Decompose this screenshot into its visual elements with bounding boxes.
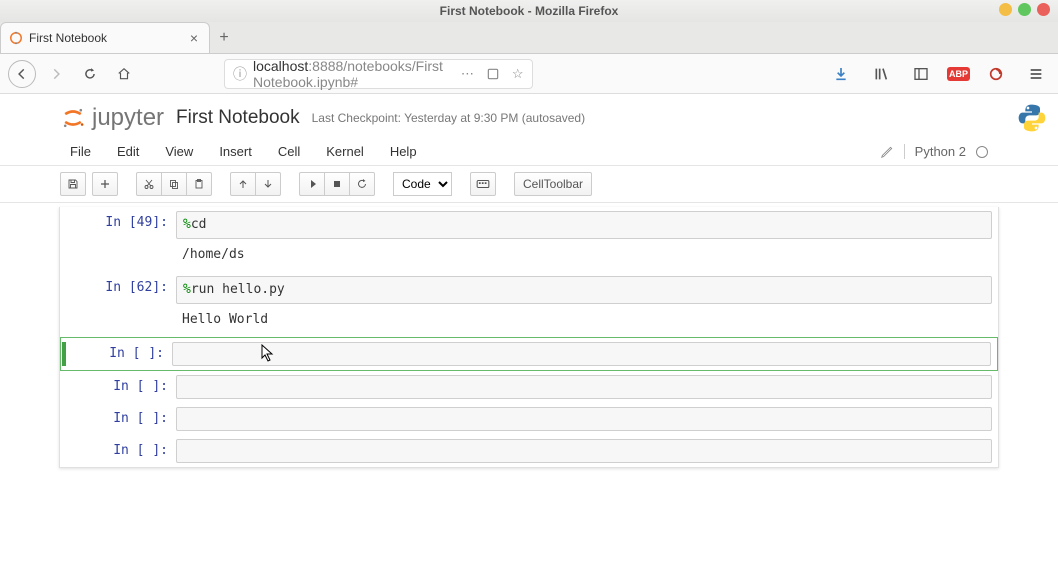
bookmark-star-icon[interactable]: ☆ [512,66,524,82]
window-title: First Notebook - Mozilla Firefox [440,4,619,18]
menu-cell[interactable]: Cell [278,142,300,161]
prompt: In [ ]: [113,411,168,426]
command-palette-button[interactable] [470,172,496,196]
output-area: /home/ds [60,243,998,272]
adblock-icon[interactable]: ABP [947,67,970,81]
minimize-button[interactable] [999,3,1012,16]
code-input[interactable] [176,375,992,399]
menubar: File Edit View Insert Cell Kernel Help P… [0,138,1058,166]
sidebar-icon[interactable] [907,60,935,88]
code-cell[interactable]: In [49]: %cd [60,207,998,243]
menu-button[interactable] [1022,60,1050,88]
code-cell[interactable]: In [ ]: [60,435,998,467]
menu-help[interactable]: Help [390,142,417,161]
code-input[interactable]: %run hello.py [176,276,992,304]
checkpoint-status: Last Checkpoint: Yesterday at 9:30 PM (a… [312,111,586,125]
downloads-icon[interactable] [827,60,855,88]
library-icon[interactable] [867,60,895,88]
code-input[interactable] [172,342,991,366]
prompt: In [ ]: [113,379,168,394]
back-button[interactable] [8,60,36,88]
mouse-cursor-icon [261,344,275,362]
page-actions-icon[interactable]: ⋯ [461,66,474,82]
tab-title: First Notebook [29,31,181,45]
code-cell[interactable]: In [ ]: [60,371,998,403]
output-text: Hello World [176,310,992,329]
code-input[interactable] [176,407,992,431]
browser-tab-strip: First Notebook × + [0,22,1058,54]
address-bar[interactable]: ⓘ localhost:8888/notebooks/First Noteboo… [224,59,533,89]
reload-button[interactable] [76,60,104,88]
notebook-name[interactable]: First Notebook [176,107,300,129]
jupyter-favicon [9,31,23,45]
output-text: /home/ds [176,245,992,264]
edit-pencil-icon[interactable] [880,145,894,159]
toolbar: Code CellToolbar [0,166,1058,203]
notebook-area: In [49]: %cd /home/ds In [62]: %run hell… [0,203,1058,488]
code-input[interactable]: %cd [176,211,992,239]
kernel-name[interactable]: Python 2 [904,144,966,159]
code-input[interactable] [176,439,992,463]
kernel-indicator-icon [976,146,988,158]
menu-insert[interactable]: Insert [219,142,252,161]
code-cell[interactable]: In [62]: %run hello.py [60,272,998,308]
home-button[interactable] [110,60,138,88]
menu-view[interactable]: View [165,142,193,161]
browser-tab-active[interactable]: First Notebook × [0,22,210,54]
jupyter-logo-text: jupyter [92,104,164,132]
extension-icon[interactable] [982,60,1010,88]
python-logo-icon [1016,102,1048,134]
menu-edit[interactable]: Edit [117,142,139,161]
save-button[interactable] [60,172,86,196]
move-up-button[interactable] [230,172,256,196]
page-viewport: jupyter First Notebook Last Checkpoint: … [0,94,1058,587]
copy-button[interactable] [161,172,187,196]
forward-button[interactable] [42,60,70,88]
jupyter-header: jupyter First Notebook Last Checkpoint: … [0,94,1058,138]
menu-kernel[interactable]: Kernel [326,142,364,161]
cut-button[interactable] [136,172,162,196]
code-cell-selected[interactable]: In [ ]: [60,337,998,371]
site-info-icon[interactable]: ⓘ [233,64,247,84]
move-down-button[interactable] [255,172,281,196]
output-area: Hello World [60,308,998,337]
celltype-select[interactable]: Code [393,172,452,196]
restart-button[interactable] [349,172,375,196]
prompt: In [62]: [105,280,168,295]
maximize-button[interactable] [1018,3,1031,16]
reader-mode-icon[interactable] [486,67,500,81]
jupyter-logo[interactable]: jupyter [60,104,164,132]
tab-close-button[interactable]: × [187,31,201,45]
menu-file[interactable]: File [70,142,91,161]
new-tab-button[interactable]: + [210,24,238,52]
prompt: In [ ]: [109,346,164,361]
url-text: localhost:8888/notebooks/First Notebook.… [253,58,443,90]
insert-cell-button[interactable] [92,172,118,196]
prompt: In [ ]: [113,443,168,458]
browser-navbar: ⓘ localhost:8888/notebooks/First Noteboo… [0,54,1058,94]
window-controls [999,3,1050,16]
run-button[interactable] [299,172,325,196]
interrupt-button[interactable] [324,172,350,196]
paste-button[interactable] [186,172,212,196]
os-titlebar: First Notebook - Mozilla Firefox [0,0,1058,22]
code-cell[interactable]: In [ ]: [60,403,998,435]
prompt: In [49]: [105,215,168,230]
close-button[interactable] [1037,3,1050,16]
celltoolbar-button[interactable]: CellToolbar [514,172,592,196]
